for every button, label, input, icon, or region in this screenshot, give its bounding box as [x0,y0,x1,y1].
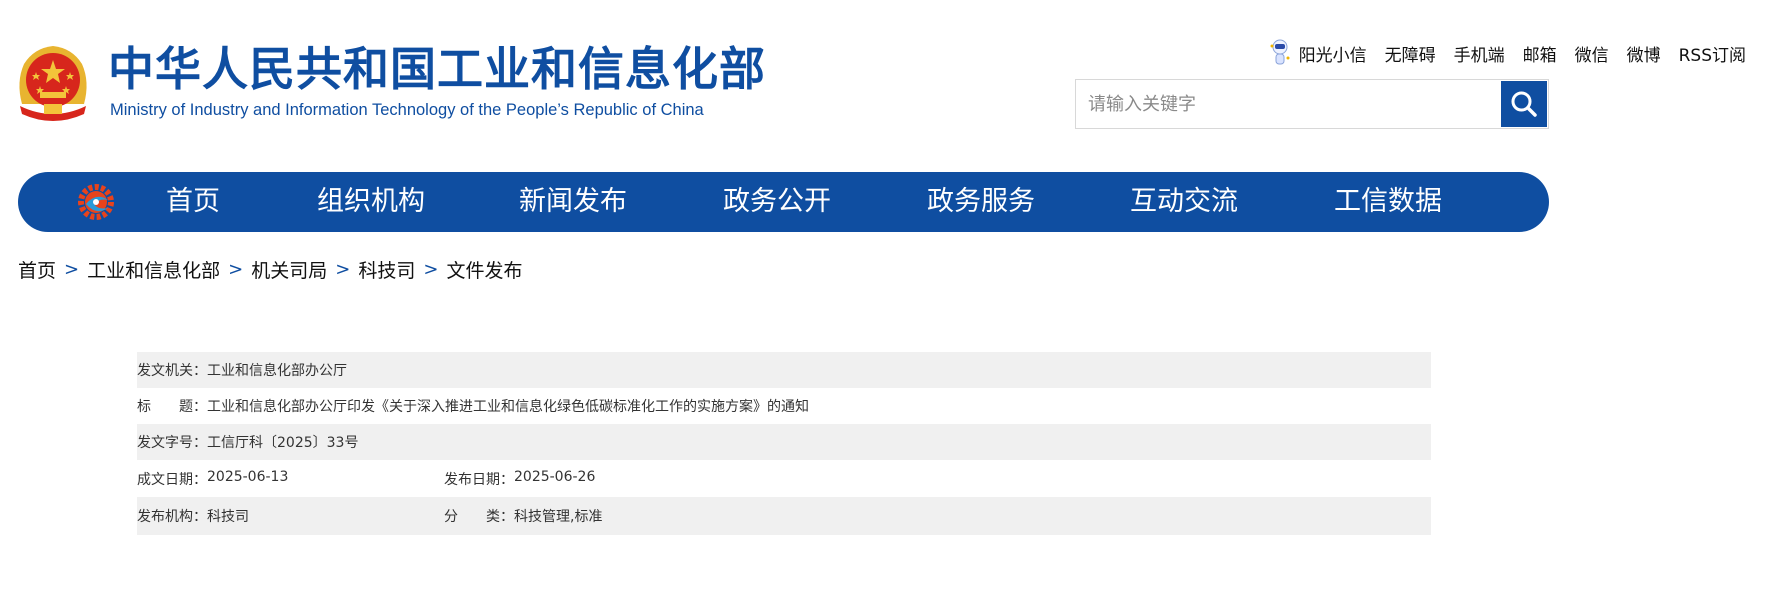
meta-row-publisher: 发布机构： 科技司 分 类： 科技管理,标准 [137,497,1431,535]
link-mailbox[interactable]: 邮箱 [1523,41,1557,66]
doc-no-value: 工信厅科〔2025〕33号 [207,435,359,451]
meta-row-doc-no: 发文字号： 工信厅科〔2025〕33号 [137,424,1431,460]
nav-government-affairs[interactable]: 政务公开 [723,172,831,232]
search-button[interactable] [1501,81,1547,127]
nav-organization[interactable]: 组织机构 [317,172,425,232]
search-icon [1511,91,1537,117]
link-rss[interactable]: RSS订阅 [1679,41,1746,66]
written-date-value: 2025-06-13 [207,468,289,485]
breadcrumb-file-release[interactable]: 文件发布 [446,256,522,283]
issuer-value: 工业和信息化部办公厅 [207,363,347,379]
breadcrumb-separator: > [423,259,439,280]
issuer-label: 发文机关： [137,363,207,379]
miit-logo-icon [78,184,114,220]
breadcrumb-separator: > [335,259,351,280]
publish-date-value: 2025-06-26 [514,468,596,485]
breadcrumb: 首页 > 工业和信息化部 > 机关司局 > 科技司 > 文件发布 [18,256,522,283]
doc-no-label: 发文字号： [137,435,207,451]
link-sunshine-assistant[interactable]: 阳光小信 [1299,41,1367,66]
nav-news[interactable]: 新闻发布 [519,172,627,232]
site-header: 中华人民共和国工业和信息化部 Ministry of Industry and … [0,0,1768,172]
written-date-cell: 成文日期： 2025-06-13 [137,469,444,489]
link-mobile[interactable]: 手机端 [1454,41,1505,66]
top-links: 阳光小信 无障碍 手机端 邮箱 微信 微博 RSS订阅 [1269,38,1746,68]
link-weibo[interactable]: 微博 [1627,41,1661,66]
written-date-label: 成文日期： [137,471,207,488]
publisher-label: 发布机构： [137,509,207,525]
meta-row-title: 标 题： 工业和信息化部办公厅印发《关于深入推进工业和信息化绿色低碳标准化工作的… [137,388,1431,424]
publish-date-cell: 发布日期： 2025-06-26 [444,469,595,489]
site-title: 中华人民共和国工业和信息化部 [108,42,766,96]
nav-government-services[interactable]: 政务服务 [927,172,1035,232]
robot-icon[interactable] [1269,38,1291,68]
nav-home[interactable]: 首页 [166,172,220,232]
link-accessibility[interactable]: 无障碍 [1385,41,1436,66]
publisher-cell: 发布机构： 科技司 [137,506,444,526]
breadcrumb-science-tech-dept[interactable]: 科技司 [358,256,415,283]
breadcrumb-separator: > [228,259,244,280]
category-label: 分 类： [444,509,514,525]
publisher-value: 科技司 [207,509,249,525]
category-value: 科技管理,标准 [514,509,603,525]
nav-interaction[interactable]: 互动交流 [1130,172,1238,232]
national-emblem-icon [19,46,87,121]
meta-row-dates: 成文日期： 2025-06-13 发布日期： 2025-06-26 [137,460,1431,497]
publish-date-label: 发布日期： [444,471,514,488]
title-value: 工业和信息化部办公厅印发《关于深入推进工业和信息化绿色低碳标准化工作的实施方案》… [207,399,809,415]
search-box [1075,79,1549,129]
meta-row-issuer: 发文机关： 工业和信息化部办公厅 [137,352,1431,388]
link-wechat[interactable]: 微信 [1575,41,1609,66]
nav-data[interactable]: 工信数据 [1334,172,1442,232]
category-cell: 分 类： 科技管理,标准 [444,506,602,526]
breadcrumb-separator: > [64,259,80,280]
main-nav: 首页 组织机构 新闻发布 政务公开 政务服务 互动交流 工信数据 [18,172,1549,232]
site-subtitle: Ministry of Industry and Information Tec… [110,101,704,119]
title-label: 标 题： [137,399,207,415]
document-meta-table: 发文机关： 工业和信息化部办公厅 标 题： 工业和信息化部办公厅印发《关于深入推… [137,352,1431,535]
breadcrumb-miit[interactable]: 工业和信息化部 [87,256,220,283]
search-input[interactable] [1076,80,1500,128]
breadcrumb-departments[interactable]: 机关司局 [251,256,327,283]
breadcrumb-home[interactable]: 首页 [18,256,56,283]
